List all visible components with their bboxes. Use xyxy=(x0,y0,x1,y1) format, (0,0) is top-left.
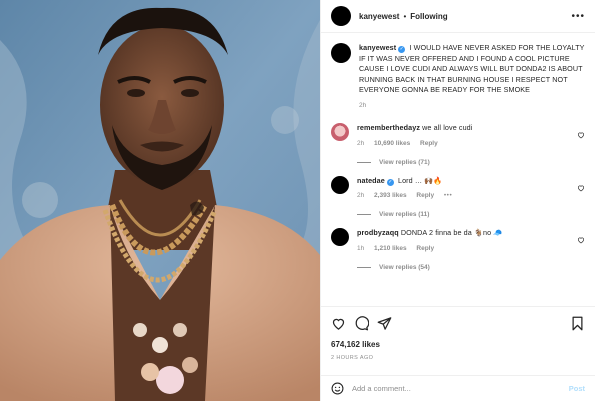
comment-username[interactable]: natedae xyxy=(357,176,385,185)
view-replies-button[interactable]: View replies (71) xyxy=(357,159,585,166)
likes-count[interactable]: 674,162 likes xyxy=(331,340,585,349)
caption-time[interactable]: 2h xyxy=(359,102,366,109)
comment-likes[interactable]: 10,690 likes xyxy=(374,140,410,147)
instagram-post: kanyewest • Following ••• kanyewest ✓ I W… xyxy=(0,0,595,401)
comment-text: Lord … 🙌🏾🔥 xyxy=(397,175,443,185)
reply-button[interactable]: Reply xyxy=(420,140,438,147)
post-photo[interactable] xyxy=(0,0,320,401)
emoji-icon[interactable] xyxy=(331,382,344,395)
verified-icon: ✓ xyxy=(398,46,406,53)
comment-time[interactable]: 1h xyxy=(357,245,364,252)
comment-avatar[interactable] xyxy=(331,175,349,194)
comment-meta: 2h 2,393 likes Reply ••• xyxy=(357,192,585,199)
reply-button[interactable]: Reply xyxy=(416,192,434,199)
comment-text-block: natedae ✓ Lord … 🙌🏾🔥 xyxy=(357,176,585,187)
author-username[interactable]: kanyewest xyxy=(359,12,399,21)
view-replies-label: View replies (11) xyxy=(379,211,430,219)
post-comment-button[interactable]: Post xyxy=(569,384,585,393)
action-icons xyxy=(331,315,585,331)
comment-item: natedae ✓ Lord … 🙌🏾🔥 2h 2,393 likes Reply… xyxy=(331,175,585,199)
comment-avatar[interactable] xyxy=(331,122,349,141)
comment-more-icon[interactable]: ••• xyxy=(444,192,452,199)
view-replies-label: View replies (54) xyxy=(379,263,430,271)
heart-icon[interactable] xyxy=(577,131,585,139)
comment-item: rememberthedayz we all love cudi 2h 10,6… xyxy=(331,122,585,147)
caption-meta: 2h xyxy=(359,102,585,109)
caption: kanyewest ✓ I WOULD HAVE NEVER ASKED FOR … xyxy=(331,43,585,109)
reply-button[interactable]: Reply xyxy=(416,245,434,252)
comment-meta: 2h 10,690 likes Reply xyxy=(357,140,585,147)
add-comment-input[interactable] xyxy=(352,384,569,393)
post-header: kanyewest • Following ••• xyxy=(321,0,595,33)
replies-line xyxy=(357,214,371,216)
comment-text: we all love cudi xyxy=(422,122,473,132)
comment-avatar[interactable] xyxy=(331,228,349,247)
view-replies-label: View replies (71) xyxy=(379,158,430,166)
share-icon[interactable] xyxy=(377,316,392,331)
view-replies-button[interactable]: View replies (11) xyxy=(357,211,585,218)
comment-time[interactable]: 2h xyxy=(357,140,364,147)
heart-icon[interactable] xyxy=(577,236,585,244)
post-timestamp[interactable]: 2 HOURS AGO xyxy=(331,355,585,361)
view-replies-button[interactable]: View replies (54) xyxy=(357,264,585,271)
comment-likes[interactable]: 1,210 likes xyxy=(374,245,407,252)
caption-avatar[interactable] xyxy=(331,43,351,63)
comment-text-block: rememberthedayz we all love cudi xyxy=(357,123,585,134)
heart-icon[interactable] xyxy=(577,184,585,192)
comment-item: prodbyzaqq DONDA 2 finna be da 🐐no 🧢 1h … xyxy=(331,228,585,252)
comment-username[interactable]: rememberthedayz xyxy=(357,123,420,132)
comments-list[interactable]: kanyewest ✓ I WOULD HAVE NEVER ASKED FOR … xyxy=(321,33,595,306)
comment-username[interactable]: prodbyzaqq xyxy=(357,228,399,237)
heart-icon[interactable] xyxy=(331,316,346,331)
comment-text-block: prodbyzaqq DONDA 2 finna be da 🐐no 🧢 xyxy=(357,228,585,239)
caption-text-block: kanyewest ✓ I WOULD HAVE NEVER ASKED FOR … xyxy=(359,43,585,96)
following-button[interactable]: Following xyxy=(410,12,447,21)
replies-line xyxy=(357,161,371,163)
author-avatar[interactable] xyxy=(331,6,351,26)
comment-icon[interactable] xyxy=(354,315,369,331)
post-sidebar: kanyewest • Following ••• kanyewest ✓ I W… xyxy=(320,0,595,401)
more-icon[interactable]: ••• xyxy=(571,11,585,22)
comment-text: DONDA 2 finna be da 🐐no 🧢 xyxy=(400,228,503,238)
add-comment-bar: Post xyxy=(321,375,595,401)
header-separator: • xyxy=(403,11,407,21)
verified-icon: ✓ xyxy=(386,178,394,186)
portrait-image xyxy=(0,0,320,401)
comment-likes[interactable]: 2,393 likes xyxy=(374,192,407,199)
bookmark-icon[interactable] xyxy=(570,316,585,331)
comment-time[interactable]: 2h xyxy=(357,192,364,199)
replies-line xyxy=(357,266,371,268)
caption-username[interactable]: kanyewest xyxy=(359,43,396,52)
comment-meta: 1h 1,210 likes Reply xyxy=(357,245,585,252)
